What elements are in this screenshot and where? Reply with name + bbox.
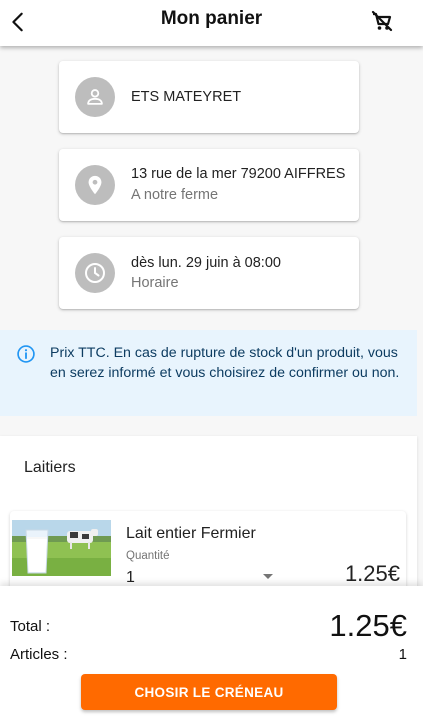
producer-name: ETS MATEYRET <box>131 89 242 105</box>
quantity-select[interactable]: 1 <box>126 569 135 587</box>
category-title: Laitiers <box>24 459 76 476</box>
remove-shopping-cart-icon <box>371 10 393 32</box>
product-name: Lait entier Fermier <box>126 525 256 542</box>
total-value: 1.25€ <box>329 608 407 643</box>
producer-card[interactable]: ETS MATEYRET <box>59 61 359 133</box>
info-alert: Prix TTC. En cas de rupture de stock d'u… <box>0 330 417 416</box>
page-title: Mon panier <box>160 8 263 29</box>
location-address: 13 rue de la mer 79200 AIFFRES <box>131 166 346 182</box>
app-bar: Mon panier <box>0 0 423 46</box>
cart-summary: Total : 1.25€ Articles : 1 CHOSIR LE CRÉ… <box>0 586 423 722</box>
schedule-label: Horaire <box>131 275 179 291</box>
location-pin-icon <box>88 175 102 195</box>
articles-value: 1 <box>398 646 407 663</box>
product-price: 1.25€ <box>344 561 400 586</box>
quantity-label: Quantité <box>126 550 170 562</box>
info-icon <box>17 345 35 363</box>
location-card[interactable]: 13 rue de la mer 79200 AIFFRES A notre f… <box>59 149 359 221</box>
choose-slot-button[interactable]: CHOSIR LE CRÉNEAU <box>81 674 337 710</box>
avatar <box>75 77 115 117</box>
chevron-down-icon[interactable] <box>263 574 273 579</box>
articles-label: Articles : <box>10 646 68 663</box>
avatar <box>75 253 115 293</box>
product-image <box>12 520 111 576</box>
total-label: Total : <box>10 618 51 635</box>
avatar <box>75 165 115 205</box>
info-text: Prix TTC. En cas de rupture de stock d'u… <box>50 345 400 381</box>
location-label: A notre ferme <box>131 187 219 203</box>
person-icon <box>87 89 103 105</box>
clear-cart-button[interactable] <box>367 6 397 36</box>
clock-icon <box>85 263 105 283</box>
schedule-date: dès lun. 29 juin à 08:00 <box>131 255 281 271</box>
schedule-card[interactable]: dès lun. 29 juin à 08:00 Horaire <box>59 237 359 309</box>
